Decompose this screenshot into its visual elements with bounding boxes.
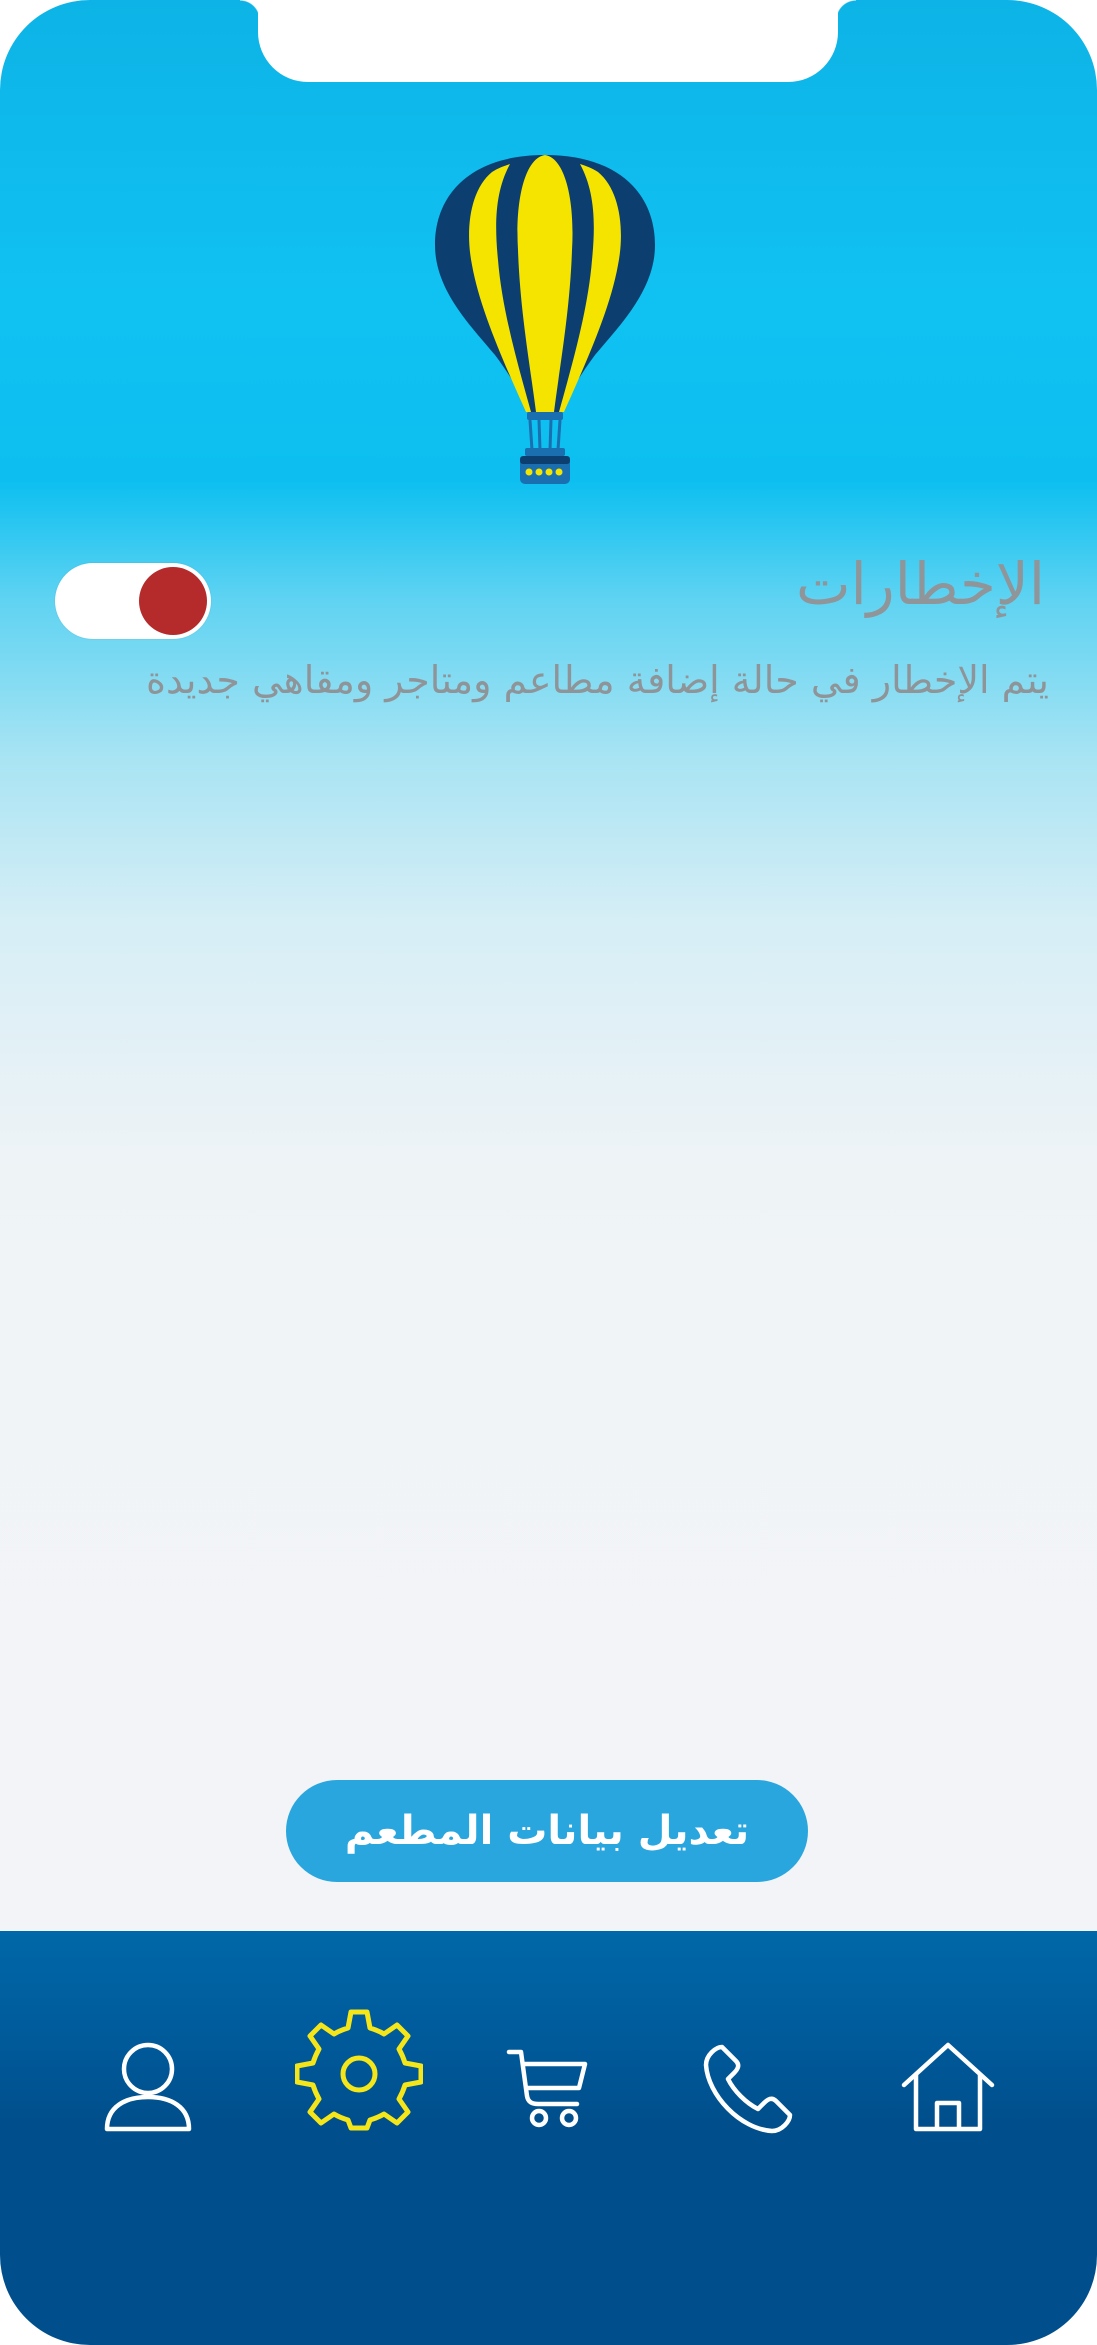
notifications-description: يتم الإخطار في حالة إضافة مطاعم ومتاجر و… — [146, 658, 1049, 702]
phone-icon[interactable] — [700, 2041, 796, 2137]
bottom-navigation — [0, 1931, 1097, 2345]
app-screen: الإخطارات يتم الإخطار في حالة إضافة مطاع… — [0, 0, 1097, 2345]
device-notch — [258, 0, 838, 82]
notch-corner-right — [836, 0, 856, 20]
notifications-title: الإخطارات — [795, 550, 1045, 618]
toggle-knob — [139, 567, 207, 635]
home-icon[interactable] — [900, 2041, 996, 2133]
cart-icon[interactable] — [505, 2046, 591, 2130]
notch-corner-left — [240, 0, 260, 20]
gear-icon[interactable] — [295, 2006, 423, 2134]
notifications-toggle[interactable] — [55, 563, 211, 639]
hot-air-balloon-icon — [435, 155, 655, 484]
user-icon[interactable] — [103, 2041, 193, 2133]
edit-restaurant-button[interactable]: تعديل بيانات المطعم — [286, 1780, 808, 1882]
